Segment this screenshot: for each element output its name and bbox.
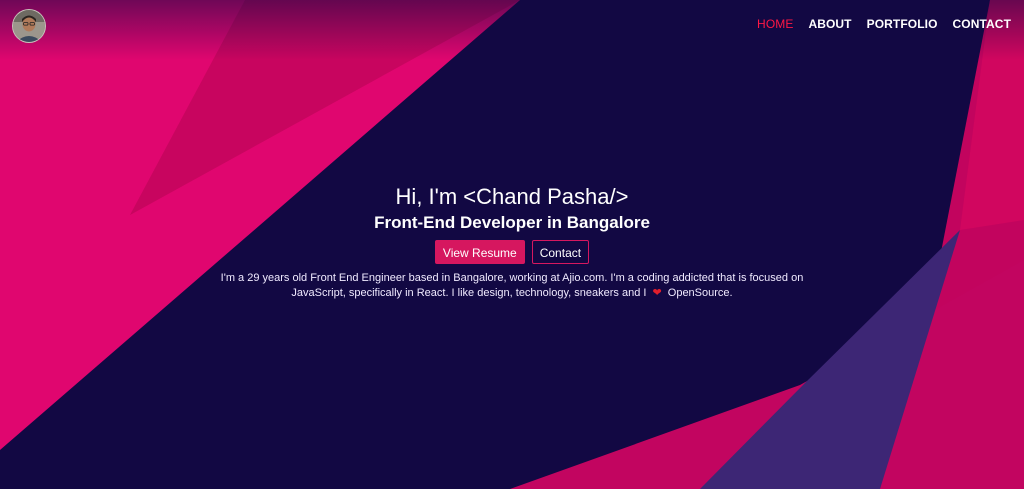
bio-part2: OpenSource. (667, 287, 733, 299)
nav-contact[interactable]: CONTACT (953, 17, 1011, 31)
main-nav: HOME ABOUT PORTFOLIO CONTACT (757, 17, 1011, 31)
hero-section: Hi, I'm <Chand Pasha/> Front-End Develop… (0, 183, 1024, 301)
bio-text: I'm a 29 years old Front End Engineer ba… (192, 271, 832, 301)
hero-title: Hi, I'm <Chand Pasha/> (395, 184, 629, 209)
view-resume-button[interactable]: View Resume (434, 240, 525, 264)
nav-portfolio[interactable]: PORTFOLIO (867, 17, 938, 31)
nav-home[interactable]: HOME (757, 17, 793, 31)
heart-icon: ❤ (652, 287, 662, 299)
hero-buttons: View Resume Contact (0, 240, 1024, 264)
nav-about[interactable]: ABOUT (808, 17, 851, 31)
contact-button[interactable]: Contact (531, 240, 590, 264)
avatar[interactable] (12, 9, 46, 43)
avatar-image (13, 10, 45, 42)
hero-subtitle: Front-End Developer in Bangalore (374, 213, 650, 232)
